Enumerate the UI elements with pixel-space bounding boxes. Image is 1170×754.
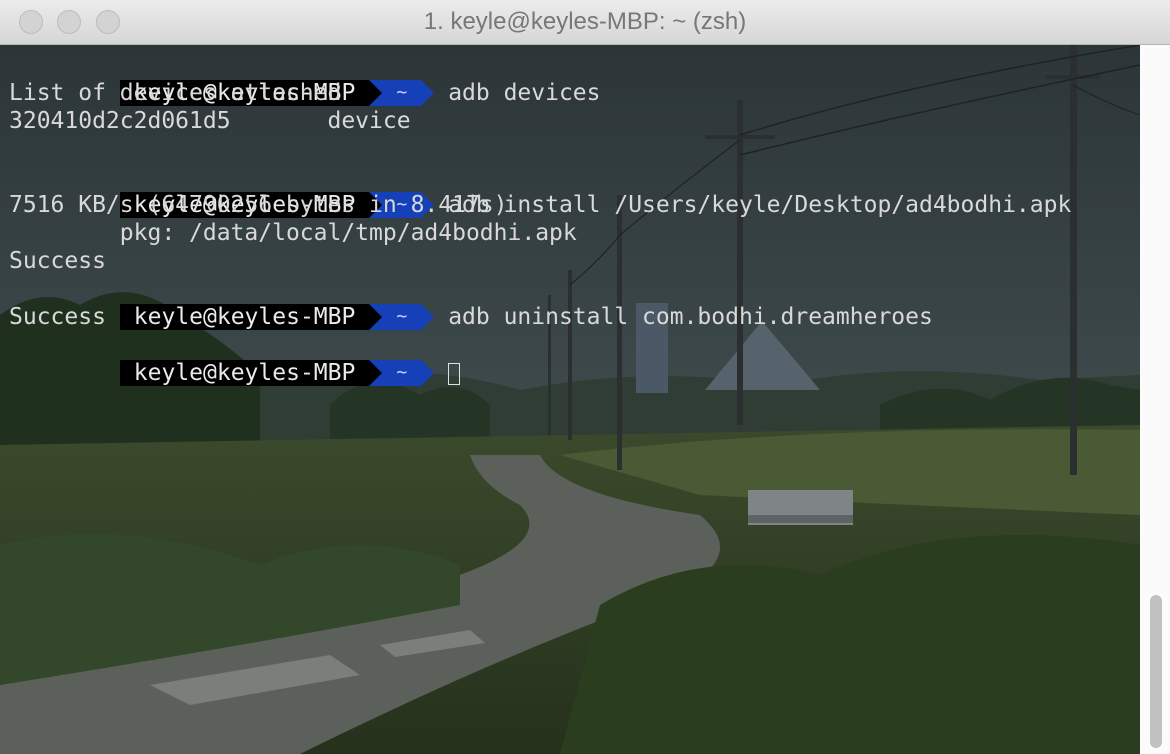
prompt-user-segment: keyle@keyles-MBP xyxy=(119,360,370,386)
prompt-line: keyle@keyles-MBP ~ adb devices xyxy=(9,51,1071,106)
terminal-window: 1. keyle@keyles-MBP: ~ (zsh) keyle@keyle… xyxy=(0,0,1170,754)
output-line: pkg: /data/local/tmp/ad4bodhi.apk xyxy=(9,220,577,246)
powerline-arrow-icon xyxy=(369,360,383,386)
terminal-viewport[interactable]: keyle@keyles-MBP ~ adb devices List of dev… xyxy=(0,45,1170,754)
prompt-line: keyle@keyles-MBP ~ adb install /Users/keyl… xyxy=(9,163,1071,218)
output-line: List of devices attached xyxy=(9,80,342,106)
scrollbar-thumb[interactable] xyxy=(1150,595,1162,748)
output-line: Success xyxy=(9,304,106,330)
output-line: 7516 KB/s (64790256 bytes in 8.417s) xyxy=(9,192,508,218)
prompt-line: keyle@keyles-MBP ~ xyxy=(9,331,1071,386)
output-line: Success xyxy=(9,248,106,274)
output-line: 320410d2c2d061d5 device xyxy=(9,108,411,134)
text-cursor[interactable] xyxy=(448,362,461,385)
title-bar[interactable]: 1. keyle@keyles-MBP: ~ (zsh) xyxy=(0,0,1170,45)
prompt-line: keyle@keyles-MBP ~ adb uninstall com.bodhi… xyxy=(9,275,1071,330)
terminal-output[interactable]: keyle@keyles-MBP ~ adb devices List of dev… xyxy=(9,51,1071,386)
prompt-dir-segment: ~ xyxy=(382,360,422,386)
shell-prompt: keyle@keyles-MBP ~ xyxy=(119,359,435,387)
powerline-arrow-icon xyxy=(421,360,435,386)
cursor-wrapper[interactable] xyxy=(448,360,461,386)
window-title: 1. keyle@keyles-MBP: ~ (zsh) xyxy=(423,8,747,35)
